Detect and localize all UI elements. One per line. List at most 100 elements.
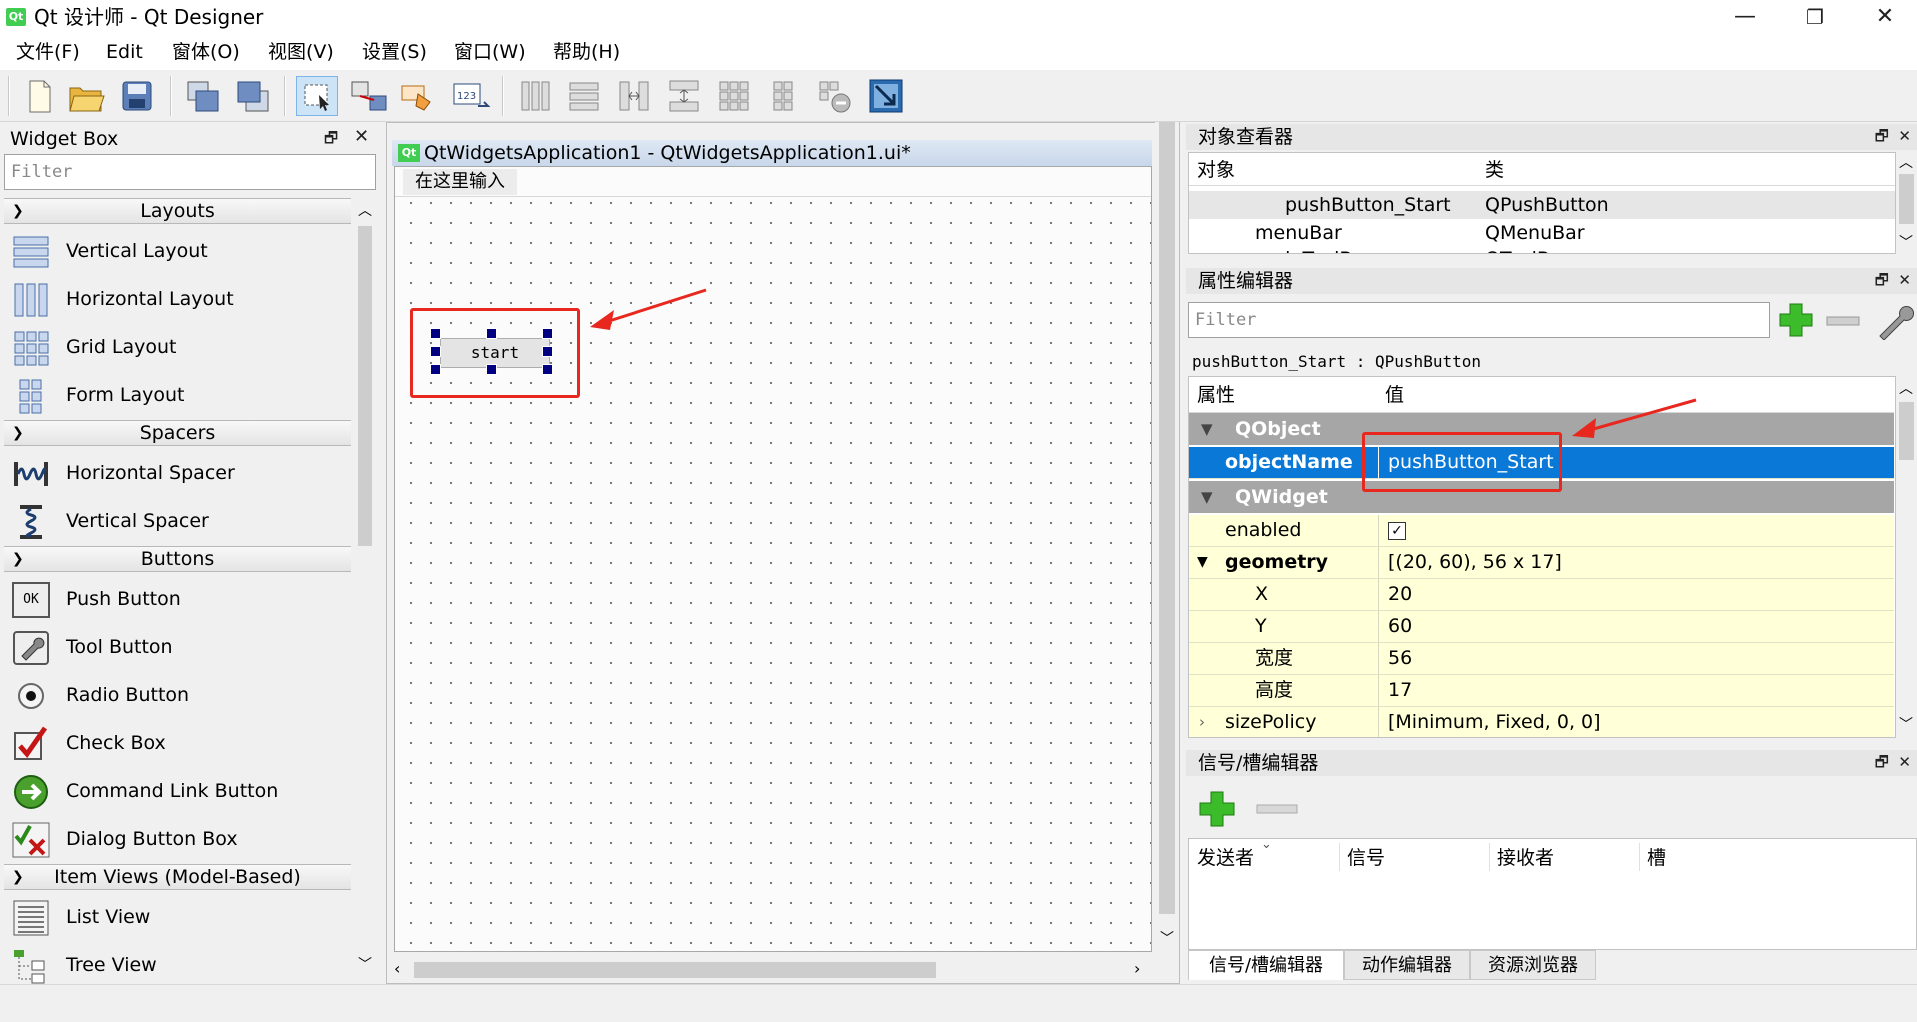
property-value[interactable]: [(20, 60), 56 x 17] bbox=[1380, 547, 1894, 578]
column-header-slot[interactable]: 槽 bbox=[1647, 845, 1666, 871]
scroll-up-icon[interactable]: ︿ bbox=[1899, 152, 1913, 172]
object-inspector-scrollbar[interactable]: ︿ ﹀ bbox=[1896, 152, 1917, 254]
layout-grid-button[interactable] bbox=[714, 76, 756, 116]
dock-float-icon[interactable]: 🗗 bbox=[324, 128, 338, 153]
property-row-sizepolicy[interactable]: › sizePolicy [Minimum, Fixed, 0, 0] bbox=[1189, 707, 1894, 737]
remove-connection-button[interactable] bbox=[1256, 800, 1298, 816]
add-dynamic-property-button[interactable] bbox=[1776, 300, 1816, 340]
scrollbar-thumb[interactable] bbox=[358, 226, 372, 546]
column-header-class[interactable]: 类 bbox=[1485, 157, 1504, 183]
new-form-button[interactable] bbox=[18, 76, 60, 116]
scroll-down-icon[interactable]: ﹀ bbox=[1160, 928, 1174, 948]
tree-row[interactable]: menuBar QMenuBar bbox=[1189, 219, 1895, 247]
property-row-y[interactable]: Y 60 bbox=[1189, 611, 1894, 643]
form-horizontal-scrollbar[interactable]: ‹ › bbox=[388, 957, 1152, 983]
widget-box-filter-input[interactable]: Filter bbox=[4, 154, 376, 190]
widget-item-grid-layout[interactable]: Grid Layout bbox=[4, 324, 351, 372]
edit-signals-slots-button[interactable] bbox=[348, 76, 390, 116]
menu-type-here-placeholder[interactable]: 在这里输入 bbox=[403, 169, 517, 195]
edit-tab-order-button[interactable]: 123 bbox=[450, 76, 492, 116]
widget-item-check-box[interactable]: Check Box bbox=[4, 720, 351, 768]
property-row-geometry[interactable]: ▼ geometry [(20, 60), 56 x 17] bbox=[1189, 547, 1894, 579]
dock-float-close-icons[interactable]: 🗗 ✕ bbox=[1875, 126, 1911, 151]
break-layout-button[interactable] bbox=[814, 76, 856, 116]
tab-resource-browser[interactable]: 资源浏览器 bbox=[1470, 950, 1596, 980]
property-value[interactable]: [Minimum, Fixed, 0, 0] bbox=[1380, 707, 1894, 737]
menu-window[interactable]: 窗口(W) bbox=[454, 39, 526, 65]
property-value[interactable]: 17 bbox=[1380, 675, 1894, 706]
widget-item-vertical-layout[interactable]: Vertical Layout bbox=[4, 228, 351, 276]
scrollbar-thumb[interactable] bbox=[414, 962, 936, 978]
tree-row-selected[interactable]: pushButton_Start QPushButton bbox=[1189, 191, 1895, 219]
chevron-down-icon[interactable]: ▼ bbox=[1197, 547, 1208, 578]
layout-vertical-splitter-button[interactable] bbox=[664, 76, 706, 116]
layout-horizontal-splitter-button[interactable] bbox=[614, 76, 656, 116]
menu-form[interactable]: 窗体(O) bbox=[172, 39, 240, 65]
tree-row[interactable]: mainToolBar QToolBar bbox=[1189, 245, 1895, 253]
column-header-sender[interactable]: 发送者 bbox=[1197, 845, 1254, 871]
category-item-views[interactable]: ❯ Item Views (Model-Based) bbox=[4, 864, 351, 890]
widget-item-tool-button[interactable]: Tool Button bbox=[4, 624, 351, 672]
scrollbar-thumb[interactable] bbox=[1899, 402, 1914, 460]
scroll-up-icon[interactable]: ︿ bbox=[358, 200, 372, 220]
scroll-left-icon[interactable]: ‹ bbox=[394, 959, 400, 978]
scrollbar-thumb[interactable] bbox=[1159, 122, 1175, 914]
column-header-signal[interactable]: 信号 bbox=[1347, 845, 1385, 871]
property-table[interactable]: 属性 值 ▼ QObject objectName pushButton_Sta… bbox=[1188, 376, 1896, 738]
widget-item-list-view[interactable]: List View bbox=[4, 894, 351, 942]
layout-horizontal-button[interactable] bbox=[514, 76, 556, 116]
minimize-button[interactable]: — bbox=[1710, 0, 1780, 34]
widget-item-radio-button[interactable]: Radio Button bbox=[4, 672, 351, 720]
property-configure-button[interactable] bbox=[1874, 302, 1914, 341]
dock-float-close-icons[interactable]: 🗗 ✕ bbox=[1875, 270, 1911, 295]
menu-edit[interactable]: Edit bbox=[106, 39, 143, 65]
form-menubar[interactable]: 在这里输入 bbox=[395, 167, 1151, 197]
layout-vertical-button[interactable] bbox=[564, 76, 606, 116]
property-value[interactable]: 20 bbox=[1380, 579, 1894, 610]
scrollbar-thumb[interactable] bbox=[1899, 174, 1914, 224]
add-connection-button[interactable] bbox=[1196, 788, 1238, 830]
widget-item-command-link-button[interactable]: Command Link Button bbox=[4, 768, 351, 816]
widget-item-horizontal-layout[interactable]: Horizontal Layout bbox=[4, 276, 351, 324]
widget-item-vertical-spacer[interactable]: Vertical Spacer bbox=[4, 498, 351, 546]
column-header-object[interactable]: 对象 bbox=[1197, 157, 1235, 183]
widget-item-horizontal-spacer[interactable]: Horizontal Spacer bbox=[4, 450, 351, 498]
property-editor-scrollbar[interactable]: ︿ ﹀ bbox=[1896, 376, 1917, 738]
menu-file[interactable]: 文件(F) bbox=[16, 39, 80, 65]
form-subwindow-titlebar[interactable]: Qt QtWidgetsApplication1 - QtWidgetsAppl… bbox=[392, 140, 1152, 166]
checked-checkbox-icon[interactable]: ✓ bbox=[1388, 521, 1406, 540]
scroll-down-icon[interactable]: ﹀ bbox=[1899, 232, 1913, 252]
widget-item-tree-view[interactable]: Tree View bbox=[4, 942, 351, 990]
menu-help[interactable]: 帮助(H) bbox=[553, 39, 620, 65]
tab-signal-slot-editor[interactable]: 信号/槽编辑器 bbox=[1188, 950, 1344, 980]
remove-dynamic-property-button[interactable] bbox=[1826, 312, 1860, 328]
send-to-back-button[interactable] bbox=[182, 76, 224, 116]
close-button[interactable]: ✕ bbox=[1850, 0, 1917, 34]
adjust-size-button[interactable] bbox=[866, 76, 908, 116]
scroll-right-icon[interactable]: › bbox=[1134, 959, 1140, 978]
property-value[interactable]: 60 bbox=[1380, 611, 1894, 642]
widget-box-scrollbar[interactable]: ︿ ﹀ bbox=[354, 198, 376, 978]
scroll-down-icon[interactable]: ﹀ bbox=[1899, 714, 1913, 734]
open-form-button[interactable] bbox=[66, 76, 108, 116]
dock-float-close-icons[interactable]: 🗗 ✕ bbox=[1875, 752, 1911, 777]
dock-close-icon[interactable]: ✕ bbox=[354, 126, 369, 147]
tab-action-editor[interactable]: 动作编辑器 bbox=[1344, 950, 1470, 980]
property-row-width[interactable]: 宽度 56 bbox=[1189, 643, 1894, 675]
chevron-right-icon[interactable]: › bbox=[1199, 707, 1205, 737]
form-vertical-scrollbar[interactable]: ﹀ bbox=[1155, 122, 1179, 956]
object-inspector-tree[interactable]: 对象 类 pushButton_Start QPushButton menuBa… bbox=[1188, 152, 1896, 254]
category-spacers[interactable]: ❯ Spacers bbox=[4, 420, 351, 446]
property-row-enabled[interactable]: enabled ✓ bbox=[1189, 515, 1894, 547]
menu-view[interactable]: 视图(V) bbox=[268, 39, 334, 65]
category-layouts[interactable]: ❯ Layouts bbox=[4, 198, 351, 224]
property-row-x[interactable]: X 20 bbox=[1189, 579, 1894, 611]
column-header-receiver[interactable]: 接收者 bbox=[1497, 845, 1554, 871]
form-canvas[interactable] bbox=[394, 166, 1152, 952]
widget-item-push-button[interactable]: OK Push Button bbox=[4, 576, 351, 624]
column-header-value[interactable]: 值 bbox=[1385, 382, 1404, 408]
category-buttons[interactable]: ❯ Buttons bbox=[4, 546, 351, 572]
layout-form-button[interactable] bbox=[764, 76, 806, 116]
bring-to-front-button[interactable] bbox=[232, 76, 274, 116]
property-filter-input[interactable]: Filter bbox=[1188, 302, 1770, 338]
